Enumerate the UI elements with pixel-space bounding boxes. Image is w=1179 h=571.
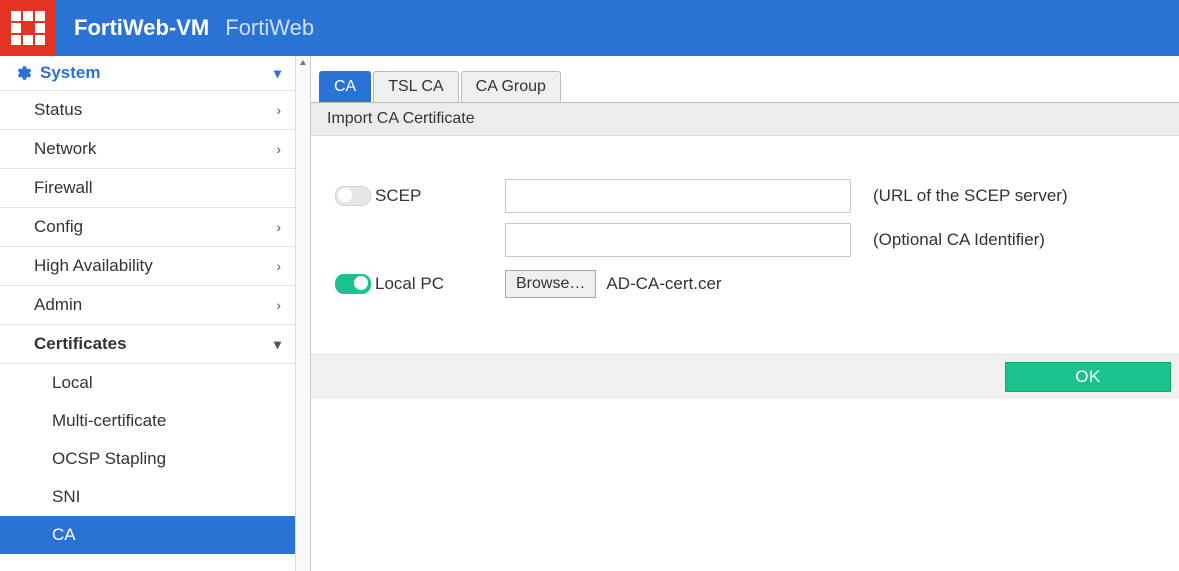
- app-header: FortiWeb-VM FortiWeb: [0, 0, 1179, 56]
- sidebar-item-label: Certificates: [34, 334, 127, 354]
- sidebar-sub-ca[interactable]: CA: [0, 516, 295, 554]
- scep-toggle[interactable]: [335, 186, 371, 206]
- scroll-up-icon[interactable]: [296, 56, 310, 70]
- sidebar-sub-multi-certificate[interactable]: Multi-certificate: [0, 402, 295, 440]
- sidebar-item-status[interactable]: Status ›: [0, 91, 295, 130]
- sidebar-item-label: Network: [34, 139, 96, 159]
- tab-ca-group[interactable]: CA Group: [461, 71, 561, 102]
- localpc-row: Local PC Browse… AD-CA-cert.cer: [335, 262, 1159, 306]
- tab-tsl-ca[interactable]: TSL CA: [373, 71, 458, 102]
- main-panel: CA TSL CA CA Group Import CA Certificate…: [311, 56, 1179, 571]
- scep-id-hint: (Optional CA Identifier): [855, 230, 1159, 250]
- chevron-right-icon: ›: [270, 219, 281, 235]
- import-form: SCEP (URL of the SCEP server) (Optional …: [311, 136, 1179, 306]
- selected-file-name: AD-CA-cert.cer: [606, 274, 721, 294]
- tab-label: CA: [334, 78, 356, 96]
- fortinet-icon: [11, 11, 45, 45]
- product-name: FortiWeb-VM: [74, 15, 209, 41]
- sidebar-sub-label: Local: [52, 373, 93, 393]
- chevron-right-icon: ›: [270, 102, 281, 118]
- sidebar-item-label: Status: [34, 100, 82, 120]
- sidebar-item-high-availability[interactable]: High Availability ›: [0, 247, 295, 286]
- sidebar-item-label: High Availability: [34, 256, 153, 276]
- sidebar-sub-label: OCSP Stapling: [52, 449, 166, 469]
- localpc-label: Local PC: [375, 274, 505, 294]
- scep-id-input[interactable]: [505, 223, 851, 257]
- sidebar-sub-label: Multi-certificate: [52, 411, 166, 431]
- sidebar-item-admin[interactable]: Admin ›: [0, 286, 295, 325]
- sidebar-sub-local[interactable]: Local: [0, 364, 295, 402]
- scep-url-row: SCEP (URL of the SCEP server): [335, 174, 1159, 218]
- sidebar: System ▾ Status › Network › Firewall Confi…: [0, 56, 311, 571]
- chevron-down-icon: ▾: [268, 336, 281, 353]
- sidebar-item-label: Config: [34, 217, 83, 237]
- chevron-right-icon: ›: [270, 297, 281, 313]
- sidebar-sub-ocsp-stapling[interactable]: OCSP Stapling: [0, 440, 295, 478]
- sidebar-sub-label: CA: [52, 525, 76, 545]
- sidebar-sub-label: SNI: [52, 487, 80, 507]
- tab-label: CA Group: [476, 78, 546, 96]
- tabs: CA TSL CA CA Group: [311, 56, 1179, 103]
- scep-url-hint: (URL of the SCEP server): [855, 186, 1159, 206]
- sidebar-item-label: Admin: [34, 295, 82, 315]
- browse-button[interactable]: Browse…: [505, 270, 596, 298]
- sidebar-item-certificates[interactable]: Certificates ▾: [0, 325, 295, 364]
- tab-label: TSL CA: [388, 78, 443, 96]
- sidebar-section-system[interactable]: System ▾: [0, 56, 295, 91]
- chevron-right-icon: ›: [270, 258, 281, 274]
- chevron-down-icon: ▾: [268, 65, 281, 82]
- sidebar-item-label: Firewall: [34, 178, 93, 198]
- ok-button[interactable]: OK: [1005, 362, 1171, 392]
- sidebar-scrollbar[interactable]: [295, 56, 310, 571]
- scep-id-row: (Optional CA Identifier): [335, 218, 1159, 262]
- sidebar-item-network[interactable]: Network ›: [0, 130, 295, 169]
- brand-logo: [0, 0, 56, 56]
- sidebar-sub-sni[interactable]: SNI: [0, 478, 295, 516]
- chevron-right-icon: ›: [270, 141, 281, 157]
- page-subtitle: Import CA Certificate: [311, 103, 1179, 136]
- form-footer: OK: [311, 354, 1179, 399]
- tab-ca[interactable]: CA: [319, 71, 371, 102]
- gear-icon: [14, 64, 32, 82]
- scep-label: SCEP: [375, 186, 505, 206]
- sidebar-section-label: System: [40, 63, 100, 83]
- sidebar-item-firewall[interactable]: Firewall: [0, 169, 295, 208]
- sidebar-item-config[interactable]: Config ›: [0, 208, 295, 247]
- scep-url-input[interactable]: [505, 179, 851, 213]
- product-subtitle: FortiWeb: [225, 15, 314, 41]
- localpc-toggle[interactable]: [335, 274, 371, 294]
